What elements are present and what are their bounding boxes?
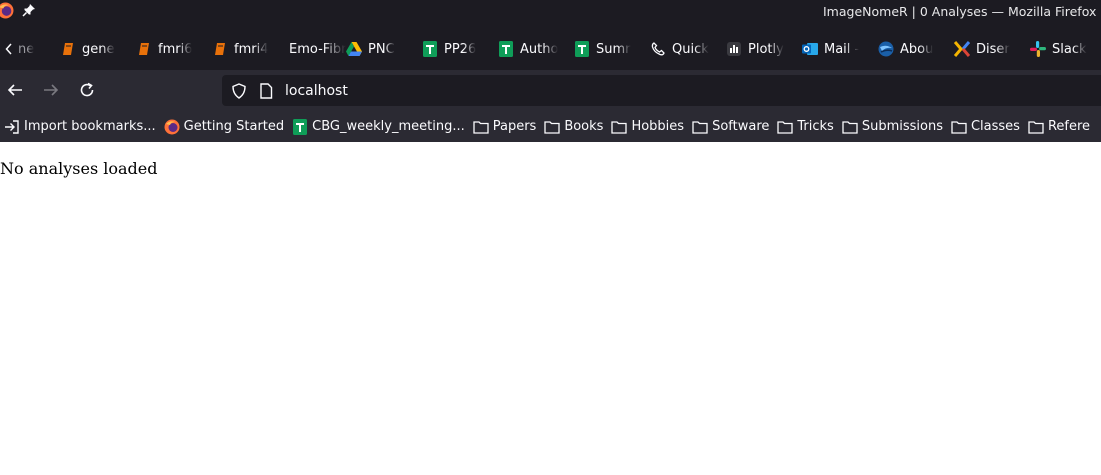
folder-icon — [842, 119, 858, 135]
page-icon[interactable] — [259, 82, 273, 99]
bookmark-label: CBG_weekly_meeting... — [312, 119, 465, 134]
bookmark-label: Getting Started — [183, 119, 285, 134]
tab-scroll-left-button[interactable] — [0, 30, 18, 68]
bookmark-label: Classes — [970, 119, 1020, 134]
globe-icon — [878, 41, 894, 57]
arrow-right-icon — [44, 84, 59, 96]
bookmark-folder-hobbies[interactable]: Hobbies — [611, 119, 684, 135]
tab-label: gene — [82, 41, 115, 57]
tab-label: fmri6 — [158, 41, 193, 57]
plotly-icon — [726, 41, 742, 57]
pin-icon[interactable] — [22, 3, 36, 17]
tab-8[interactable]: Sumr — [574, 30, 650, 68]
firefox-icon — [164, 119, 180, 135]
url-text[interactable]: localhost — [285, 83, 348, 99]
bookmark-folder-tricks[interactable]: Tricks — [777, 119, 834, 135]
tab-10[interactable]: Plotly — [726, 30, 802, 68]
tab-label: Autho — [520, 41, 559, 57]
book-icon — [60, 41, 76, 57]
bookmark-folder-references[interactable]: Refere — [1028, 119, 1090, 135]
bookmark-label: Hobbies — [631, 119, 685, 134]
firefox-logo-icon[interactable] — [0, 2, 14, 19]
bookmark-label: Software — [712, 119, 770, 134]
google-sheets-icon — [422, 41, 438, 57]
import-icon — [4, 119, 20, 135]
tab-label: Emo-Fibr — [289, 41, 346, 57]
navigation-toolbar: localhost — [0, 70, 1101, 111]
window-title: ImageNomeR | 0 Analyses — Mozilla Firefo… — [823, 4, 1097, 19]
chevron-left-icon — [5, 43, 12, 55]
x-logo-icon — [954, 41, 970, 57]
tab-0[interactable]: ne — [18, 30, 42, 68]
bookmark-folder-software[interactable]: Software — [692, 119, 769, 135]
bookmark-label: Books — [564, 119, 604, 134]
tab-label: Diser — [976, 41, 1010, 57]
tab-1[interactable]: gene — [42, 30, 118, 68]
google-sheets-icon — [498, 41, 514, 57]
tab-3[interactable]: fmri4 — [194, 30, 270, 68]
empty-state-message: No analyses loaded — [0, 159, 158, 178]
tab-label: PNC — [368, 41, 395, 57]
tab-7[interactable]: Autho — [498, 30, 574, 68]
folder-icon — [1028, 119, 1044, 135]
tab-6[interactable]: PP26 — [422, 30, 498, 68]
folder-icon — [544, 119, 560, 135]
tab-label: ne — [18, 41, 35, 57]
google-sheets-icon — [574, 41, 590, 57]
slack-icon — [1030, 41, 1046, 57]
folder-icon — [951, 119, 967, 135]
tab-2[interactable]: fmri6 — [118, 30, 194, 68]
tab-11[interactable]: Mail - — [802, 30, 878, 68]
tab-label: Abou — [900, 41, 934, 57]
outlook-icon — [802, 41, 818, 57]
bookmark-label: Papers — [492, 119, 537, 134]
url-bar[interactable]: localhost — [222, 75, 1101, 106]
bookmark-folder-papers[interactable]: Papers — [473, 119, 537, 135]
bookmarks-toolbar: Import bookmarks... Getting Started CBG_… — [0, 111, 1101, 142]
folder-icon — [611, 119, 628, 135]
tab-12[interactable]: Abou — [878, 30, 954, 68]
tab-label: Slack — [1052, 41, 1087, 57]
tab-label: Plotly — [748, 41, 784, 57]
reload-icon — [80, 82, 94, 97]
arrow-left-icon — [7, 84, 22, 96]
back-button[interactable] — [6, 81, 24, 99]
tab-13[interactable]: Diser — [954, 30, 1030, 68]
book-icon — [136, 41, 152, 57]
folder-icon — [692, 119, 708, 135]
bookmark-folder-submissions[interactable]: Submissions — [842, 119, 943, 135]
tab-label: Sumr — [596, 41, 631, 57]
bookmark-label: Tricks — [797, 119, 834, 134]
bookmark-folder-books[interactable]: Books — [544, 119, 603, 135]
folder-icon — [473, 119, 489, 135]
tab-label: Quick — [672, 41, 709, 57]
bookmark-getting-started[interactable]: Getting Started — [164, 119, 285, 135]
tab-label: PP26 — [444, 41, 477, 57]
tab-label: fmri4 — [234, 41, 269, 57]
phone-icon — [650, 41, 666, 57]
bookmark-label: Refere — [1047, 119, 1091, 134]
google-drive-icon — [346, 41, 362, 57]
folder-icon — [777, 119, 794, 135]
google-sheets-icon — [292, 118, 308, 135]
bookmark-label: Import bookmarks... — [24, 119, 156, 134]
book-icon — [212, 41, 228, 57]
reload-button[interactable] — [78, 81, 96, 99]
page-content: No analyses loaded — [0, 142, 1101, 475]
tab-9[interactable]: Quick — [650, 30, 726, 68]
tab-4[interactable]: Emo-Fibr — [270, 30, 346, 68]
bookmark-folder-classes[interactable]: Classes — [951, 119, 1020, 135]
forward-button[interactable] — [42, 81, 60, 99]
tab-label: Mail - — [824, 41, 860, 57]
titlebar: ImageNomeR | 0 Analyses — Mozilla Firefo… — [0, 0, 1101, 70]
tab-strip: ne gene fmri6 fmri4 Emo-Fibr PNC PP26 Au… — [0, 30, 1101, 68]
shield-icon[interactable] — [231, 82, 247, 99]
bookmark-cbg-weekly-meeting[interactable]: CBG_weekly_meeting... — [292, 118, 465, 135]
bookmark-label: Submissions — [861, 119, 943, 134]
bookmark-import[interactable]: Import bookmarks... — [4, 119, 156, 135]
tab-5[interactable]: PNC — [346, 30, 422, 68]
tab-14[interactable]: Slack — [1030, 30, 1088, 68]
